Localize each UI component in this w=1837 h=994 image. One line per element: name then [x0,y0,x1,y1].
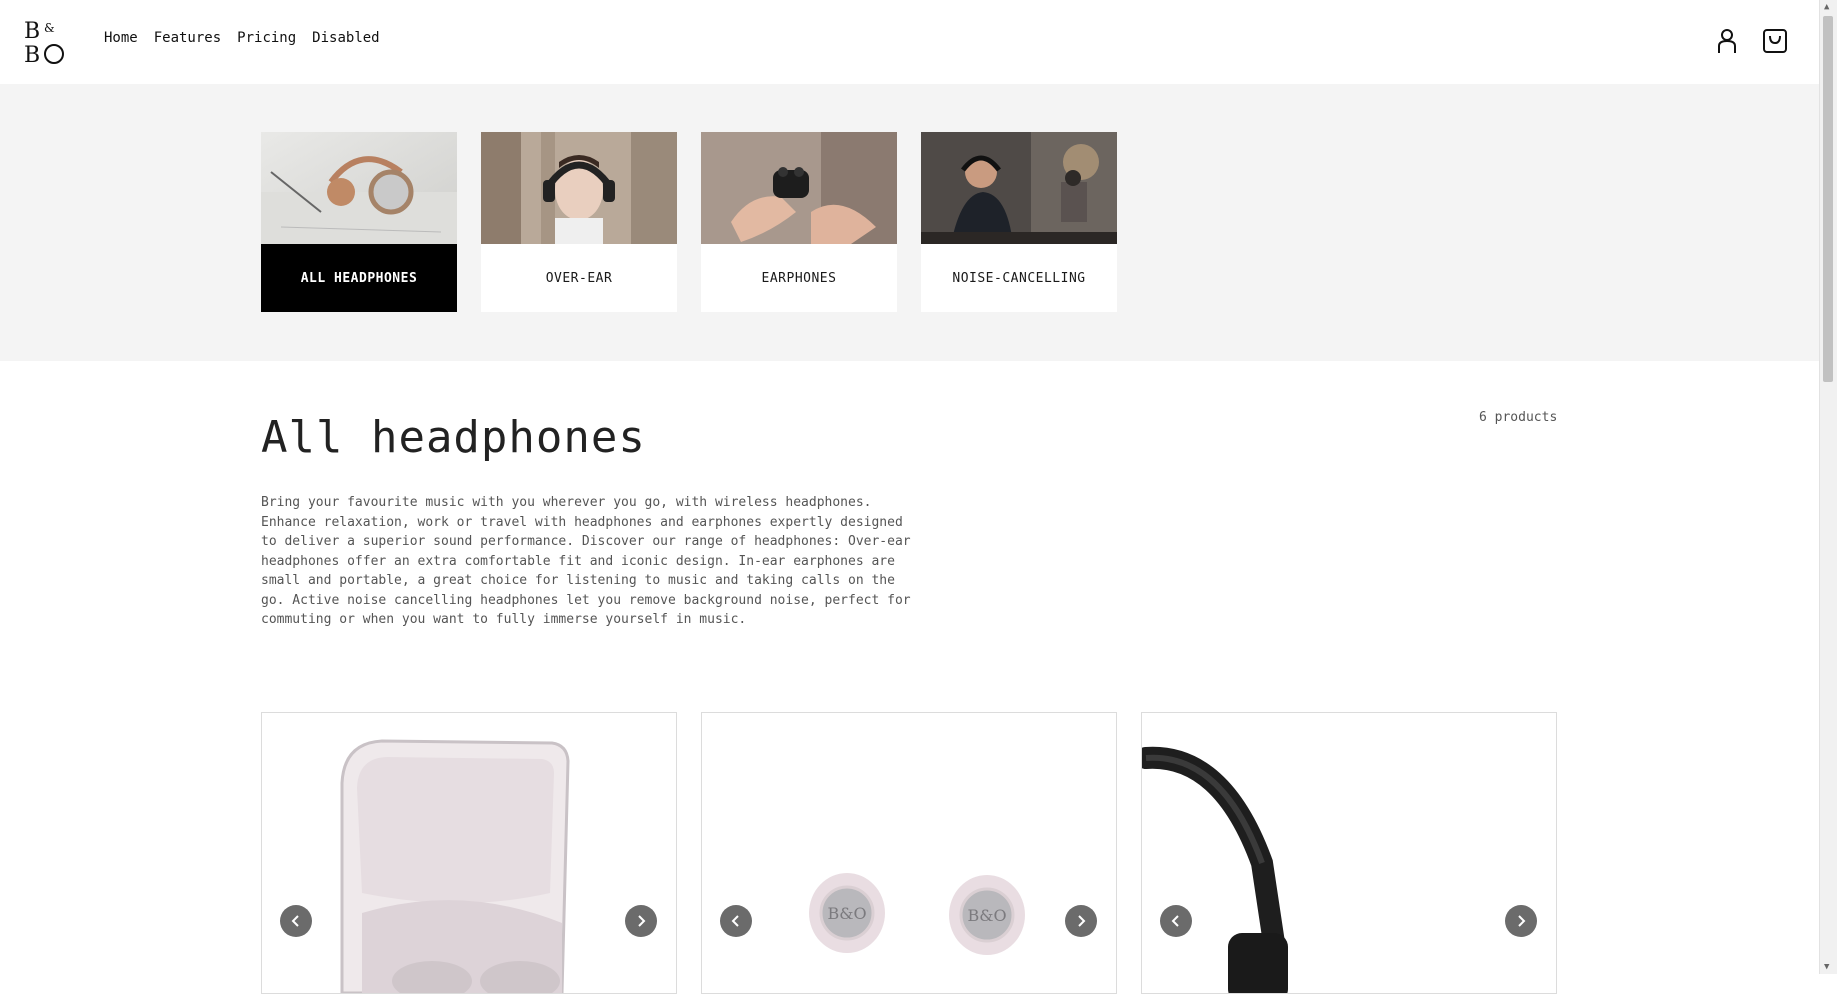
category-image-earphones [701,132,897,244]
product-card[interactable]: B&O B&O [701,712,1117,994]
category-image-all-headphones [261,132,457,244]
category-noise-cancelling[interactable]: NOISE-CANCELLING [921,132,1117,312]
account-icon[interactable] [1712,26,1742,56]
category-label: EARPHONES [761,270,837,286]
carousel-next-button[interactable] [1505,905,1537,937]
category-label: OVER-EAR [545,270,613,286]
product-count: 6 products [1479,410,1558,425]
main-nav: Home Features Pricing Disabled [104,30,380,46]
category-label: ALL HEADPHONES [261,244,457,312]
category-earphones[interactable]: EARPHONES [701,132,897,312]
nav-disabled[interactable]: Disabled [312,30,379,46]
page-scrollbar[interactable]: ▲ ▼ [1819,0,1837,974]
svg-text:B: B [24,19,40,44]
carousel-prev-button[interactable] [720,905,752,937]
category-band: ALL HEADPHONES OVER-EAR EARPHONES NOISE-… [0,84,1820,361]
carousel-next-button[interactable] [1065,905,1097,937]
svg-text:B: B [24,43,40,64]
scroll-down-icon[interactable]: ▼ [1824,962,1829,972]
scrollbar-thumb[interactable] [1823,16,1833,382]
category-image-over-ear [481,132,677,244]
svg-text:&: & [44,21,55,35]
category-all-headphones[interactable]: ALL HEADPHONES [261,132,457,312]
carousel-next-button[interactable] [625,905,657,937]
category-over-ear[interactable]: OVER-EAR [481,132,677,312]
category-label: NOISE-CANCELLING [952,270,1086,286]
site-header: B & B Home Features Pricing Disabled [0,0,1820,84]
earbud-logo-right: B&O [967,906,1006,925]
product-image-black-over-ear-headphones [1142,746,1288,993]
carousel-prev-button[interactable] [280,905,312,937]
nav-features[interactable]: Features [154,30,221,46]
cart-icon[interactable] [1760,26,1790,56]
header-actions [1712,26,1790,56]
collection-description: Bring your favourite music with you wher… [261,495,911,627]
product-card[interactable] [1141,712,1557,994]
product-image-pink-earbuds: B&O B&O [809,873,1025,955]
category-image-noise-cancelling [921,132,1117,244]
brand-logo[interactable]: B & B [24,18,66,68]
carousel-prev-button[interactable] [1160,905,1192,937]
product-image-headphones-in-case [340,739,570,993]
nav-pricing[interactable]: Pricing [237,30,296,46]
product-card[interactable] [261,712,677,994]
page-title: All headphones [261,412,646,463]
earbud-logo-left: B&O [827,904,866,923]
scroll-up-icon[interactable]: ▲ [1824,2,1829,12]
nav-home[interactable]: Home [104,30,138,46]
